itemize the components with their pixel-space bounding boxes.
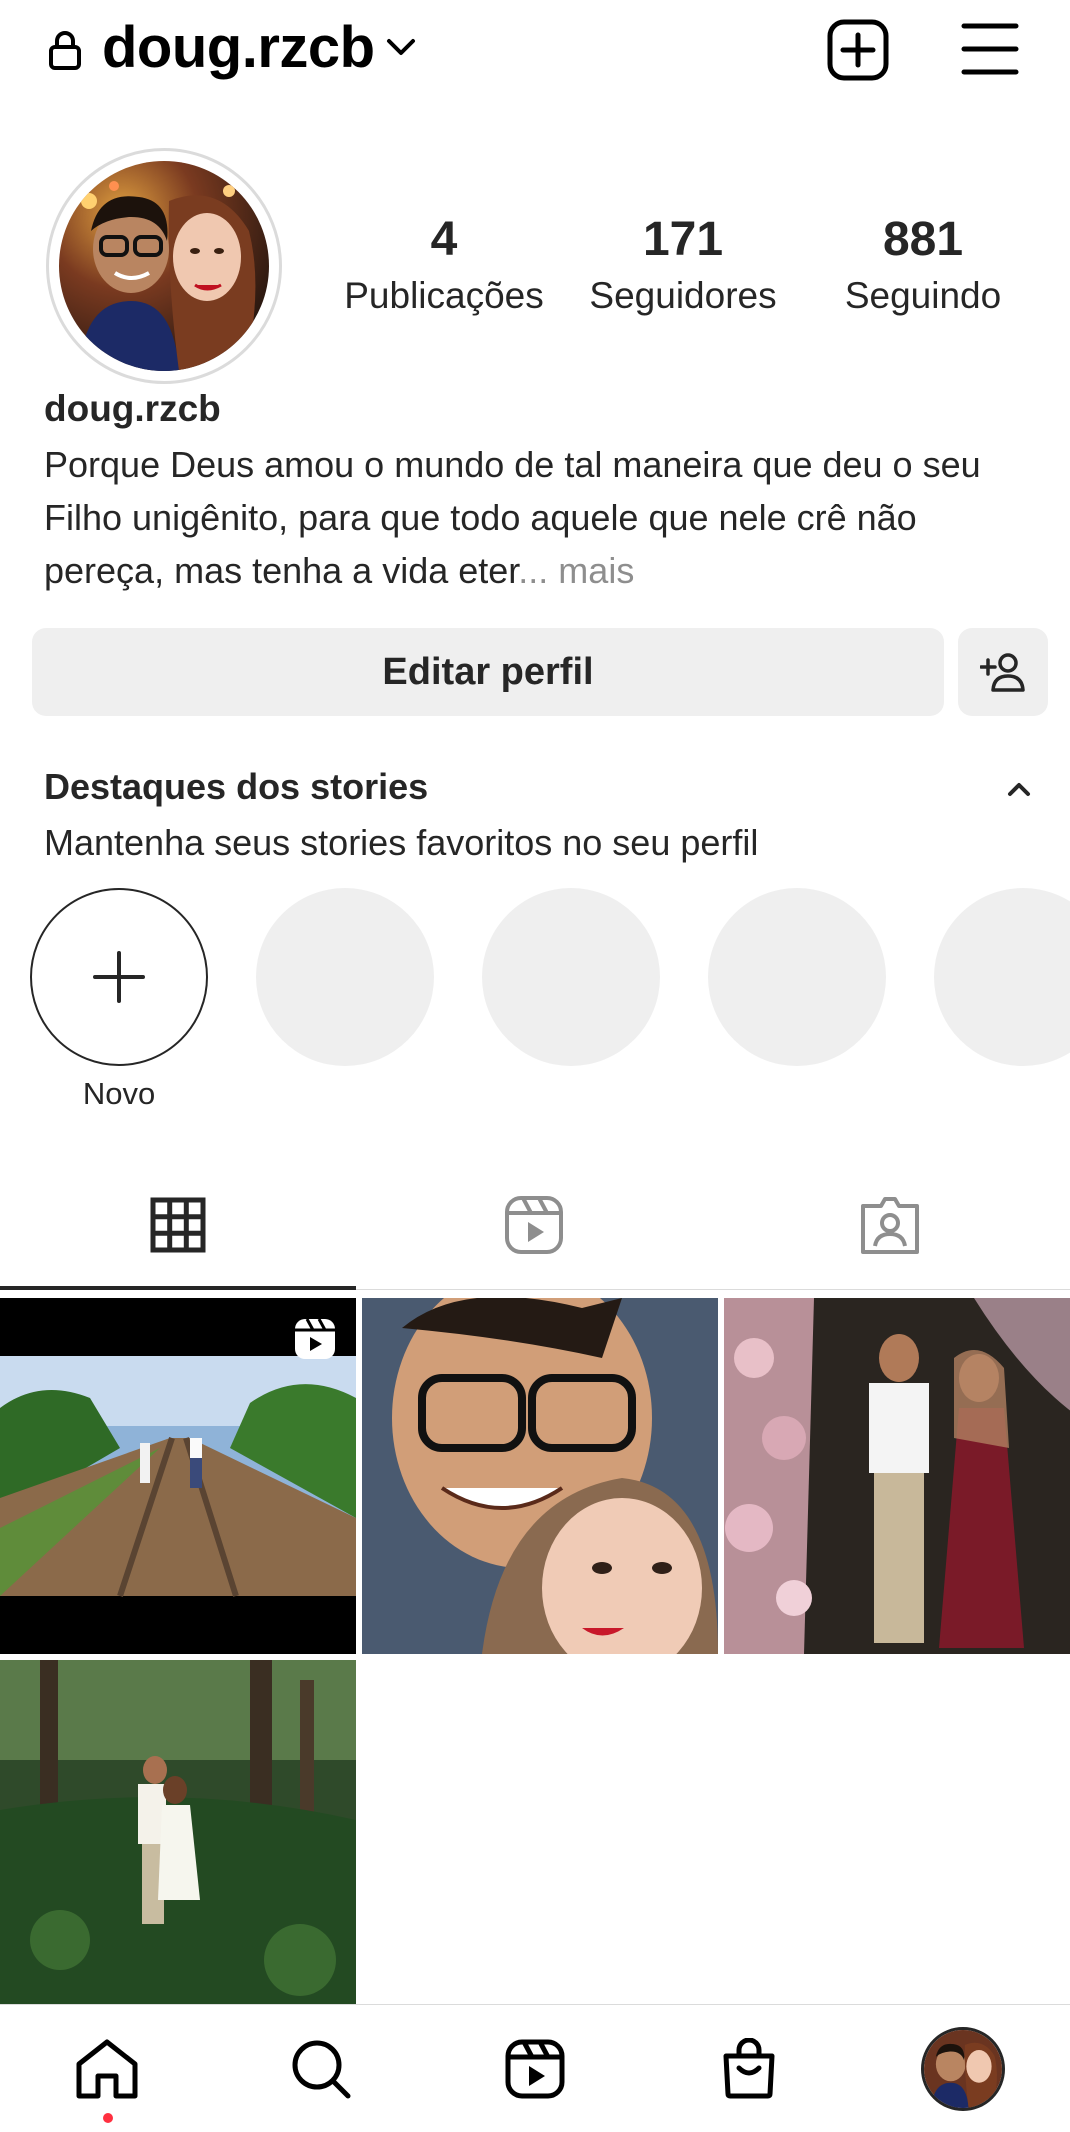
account-username[interactable]: doug.rzcb bbox=[102, 14, 375, 81]
stat-value: 4 bbox=[430, 213, 458, 266]
tab-tagged[interactable] bbox=[712, 1160, 1068, 1290]
highlight-placeholder bbox=[482, 888, 660, 1066]
reels-icon bbox=[295, 1318, 335, 1359]
profile-name: doug.rzcb bbox=[44, 388, 221, 429]
post-thumbnail[interactable] bbox=[362, 1298, 718, 1654]
bio-text: Porque Deus amou o mundo de tal maneira … bbox=[44, 444, 981, 591]
followers-count[interactable]: 171 Seguidores bbox=[568, 212, 798, 317]
following-count[interactable]: 881 Seguindo bbox=[808, 212, 1038, 317]
posts-count[interactable]: 4 Publicações bbox=[329, 212, 559, 317]
new-highlight-button[interactable] bbox=[30, 888, 208, 1066]
highlights-subtitle: Mantenha seus stories favoritos no seu p… bbox=[44, 822, 759, 863]
profile-tabs bbox=[0, 1160, 1070, 1290]
avatar bbox=[59, 161, 269, 371]
bottom-navigation bbox=[0, 2004, 1070, 2132]
grid-icon bbox=[150, 1197, 206, 1253]
stat-value: 881 bbox=[882, 213, 964, 266]
reels-icon bbox=[505, 2039, 565, 2099]
reels-icon bbox=[505, 1196, 563, 1254]
edit-profile-button[interactable]: Editar perfil bbox=[32, 628, 944, 716]
nav-search[interactable] bbox=[214, 2005, 428, 2132]
profile-avatar[interactable] bbox=[46, 148, 282, 384]
tab-reels[interactable] bbox=[356, 1160, 712, 1290]
nav-profile[interactable] bbox=[856, 2005, 1070, 2132]
post-thumbnail[interactable] bbox=[0, 1660, 356, 2016]
highlight-placeholder bbox=[934, 888, 1070, 1066]
add-user-button[interactable] bbox=[958, 628, 1048, 716]
hamburger-menu-icon[interactable] bbox=[960, 20, 1020, 78]
tab-posts-grid[interactable] bbox=[0, 1160, 356, 1290]
highlights-title: Destaques dos stories bbox=[44, 766, 429, 807]
chevron-up-icon[interactable] bbox=[1002, 774, 1036, 804]
nav-reels[interactable] bbox=[428, 2005, 642, 2132]
post-thumbnail[interactable] bbox=[724, 1298, 1070, 1654]
plus-square-icon[interactable] bbox=[826, 18, 890, 82]
chevron-down-icon[interactable] bbox=[383, 32, 419, 62]
post-thumbnail[interactable] bbox=[0, 1298, 356, 1654]
search-icon bbox=[292, 2040, 351, 2099]
highlight-placeholder bbox=[256, 888, 434, 1066]
home-icon bbox=[76, 2039, 138, 2099]
plus-icon bbox=[93, 951, 145, 1003]
tagged-person-icon bbox=[861, 1197, 919, 1254]
stat-label: Publicações bbox=[344, 275, 544, 316]
nav-shop[interactable] bbox=[642, 2005, 856, 2132]
stat-label: Seguidores bbox=[589, 275, 777, 316]
top-bar: doug.rzcb bbox=[0, 0, 1070, 100]
avatar bbox=[921, 2027, 1005, 2111]
notification-dot bbox=[103, 2113, 113, 2123]
shopping-bag-icon bbox=[723, 2038, 775, 2099]
lock-icon bbox=[49, 31, 81, 70]
profile-bio: Porque Deus amou o mundo de tal maneira … bbox=[44, 438, 1034, 597]
stat-label: Seguindo bbox=[844, 275, 1002, 316]
new-highlight-label: Novo bbox=[82, 1076, 156, 1111]
bio-more-link[interactable]: ... mais bbox=[518, 550, 634, 591]
add-person-icon bbox=[980, 653, 1025, 692]
highlight-placeholder bbox=[708, 888, 886, 1066]
active-tab-indicator bbox=[0, 1286, 356, 1290]
stat-value: 171 bbox=[642, 213, 724, 266]
